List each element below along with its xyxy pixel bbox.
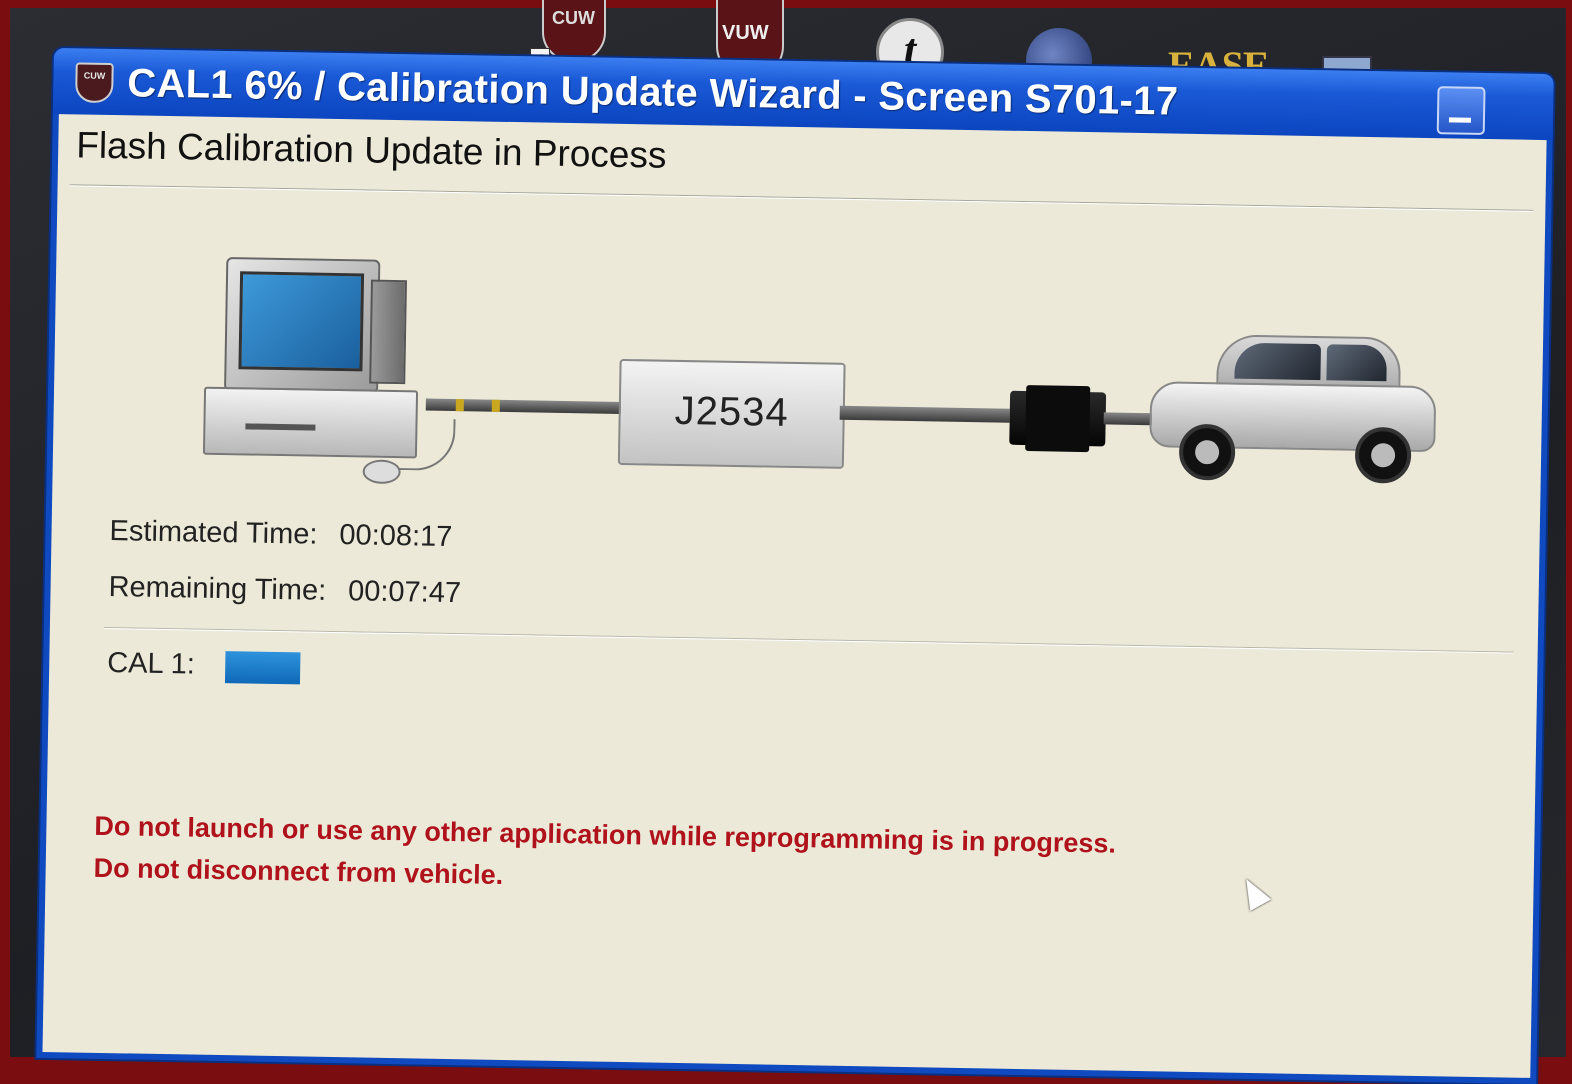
j2534-interface-box: J2534 (617, 358, 846, 469)
estimated-time-row: Estimated Time: 00:08:17 (109, 515, 452, 554)
cal1-progress-bar (224, 651, 1473, 705)
calibration-wizard-window: CUW CAL1 6% / Calibration Update Wizard … (36, 48, 1554, 1084)
mouse-icon (362, 459, 401, 485)
wizard-content: Flash Calibration Update in Process J253… (42, 114, 1547, 1078)
vehicle-cable (839, 405, 1010, 423)
connection-diagram: J2534 (202, 237, 1447, 485)
vuw-icon-label: VUW (722, 22, 769, 44)
monitor-icon (224, 257, 381, 394)
monitor-bezel: CUW ↗ VUW ↗ t ↗ ↗ EASE ↗ ↗ CUW CAL1 6% /… (10, 0, 1566, 1084)
connector-cable (1103, 412, 1154, 426)
minimize-button[interactable] (1436, 86, 1486, 135)
window-title: CAL1 6% / Calibration Update Wizard - Sc… (127, 61, 1179, 124)
car-icon (1149, 323, 1442, 488)
cuw-icon-label: CUW (552, 8, 595, 28)
computer-icon (202, 257, 456, 485)
estimated-time-value: 00:08:17 (339, 519, 453, 554)
mouse-pointer-icon (1235, 873, 1272, 911)
heading-divider (69, 184, 1534, 212)
cuw-logo-icon: CUW (75, 62, 114, 104)
pc-cable (425, 398, 622, 414)
progress-fill (224, 651, 301, 685)
warning-line-2: Do not disconnect from vehicle. (93, 852, 504, 890)
page-title: Flash Calibration Update in Process (75, 124, 667, 176)
estimated-time-label: Estimated Time: (109, 515, 318, 551)
cal1-progress-row: CAL 1: (107, 645, 1507, 709)
cal1-label: CAL 1: (106, 647, 196, 681)
remaining-time-label: Remaining Time: (108, 571, 327, 607)
warning-line-1: Do not launch or use any other applicati… (94, 810, 1117, 859)
remaining-time-row: Remaining Time: 00:07:47 (108, 571, 461, 610)
obd-connector-icon (1009, 390, 1107, 447)
remaining-time-value: 00:07:47 (347, 575, 462, 610)
